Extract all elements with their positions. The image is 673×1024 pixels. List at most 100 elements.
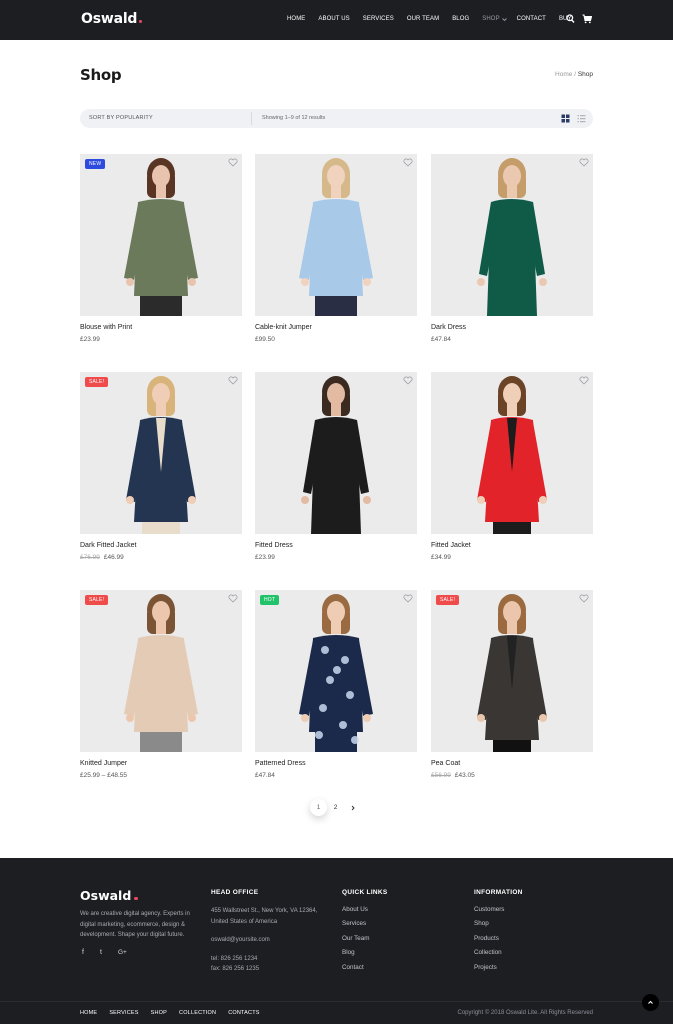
- list-view-icon[interactable]: [577, 114, 586, 125]
- logo-dot: [134, 896, 138, 900]
- page-1-button[interactable]: 1: [310, 799, 327, 816]
- footer-link-about-us[interactable]: About Us: [342, 906, 388, 913]
- heart-icon[interactable]: [579, 376, 589, 387]
- footer-about-text: We are creative digital agency. Experts …: [80, 911, 190, 938]
- product-name[interactable]: Patterned Dress: [255, 760, 306, 767]
- footer-nav-shop[interactable]: SHOP: [151, 1010, 167, 1016]
- product-card[interactable]: SALE! Dark Fitted Jacket £76.99 £46.99: [80, 372, 242, 562]
- product-card[interactable]: Cable-knit Jumper £99.50: [255, 154, 417, 344]
- search-icon[interactable]: [566, 14, 575, 26]
- product-card[interactable]: Fitted Jacket £34.99: [431, 372, 593, 562]
- footer-logo[interactable]: Oswald: [80, 888, 138, 903]
- facebook-icon[interactable]: f: [82, 949, 84, 956]
- footer-nav-contacts[interactable]: CONTACTS: [228, 1010, 259, 1016]
- product-card[interactable]: SALE! Knitted Jumper £25.99 – £48.55: [80, 590, 242, 780]
- product-price: £47.84: [431, 336, 451, 343]
- nav-about-us[interactable]: ABOUT US: [318, 16, 349, 24]
- product-price: £99.50: [255, 336, 275, 343]
- nav-our-team[interactable]: OUR TEAM: [407, 16, 439, 24]
- product-card[interactable]: Fitted Dress £23.99: [255, 372, 417, 562]
- nav-contact[interactable]: CONTACT: [517, 16, 546, 24]
- product-name[interactable]: Fitted Dress: [255, 542, 293, 549]
- product-current-price: £34.99: [431, 554, 451, 561]
- nav-blog[interactable]: BLOG: [452, 16, 469, 24]
- chevron-right-icon[interactable]: [344, 799, 361, 816]
- product-image[interactable]: [255, 154, 417, 316]
- product-image[interactable]: [431, 372, 593, 534]
- sort-select[interactable]: SORT BY POPULARITY: [89, 115, 153, 121]
- product-card[interactable]: Dark Dress £47.84: [431, 154, 593, 344]
- footer-nav-home[interactable]: HOME: [80, 1010, 97, 1016]
- breadcrumb-home[interactable]: Home: [555, 71, 572, 78]
- footer-link-shop[interactable]: Shop: [474, 920, 523, 927]
- product-name[interactable]: Pea Coat: [431, 760, 460, 767]
- shop-toolbar: SORT BY POPULARITY Showing 1–9 of 12 res…: [80, 109, 593, 128]
- product-image[interactable]: SALE!: [431, 590, 593, 752]
- cart-icon[interactable]: [582, 14, 593, 26]
- page-title: Shop: [80, 66, 122, 84]
- nav-shop[interactable]: SHOP: [482, 16, 499, 24]
- page-2-button[interactable]: 2: [327, 799, 344, 816]
- scroll-to-top-button[interactable]: [642, 994, 659, 1011]
- footer-link-products[interactable]: Products: [474, 935, 523, 942]
- product-card[interactable]: HOT Patterned Dress £47.84: [255, 590, 417, 780]
- product-image[interactable]: NEW: [80, 154, 242, 316]
- copyright-text: Copyright © 2018 Oswald Lite. All Rights…: [457, 1010, 594, 1016]
- nav-home[interactable]: HOME: [287, 16, 305, 24]
- footer-information: INFORMATION Customers Shop Products Coll…: [474, 889, 523, 978]
- footer-link-our-team[interactable]: Our Team: [342, 935, 388, 942]
- quick-links-title: QUICK LINKS: [342, 889, 388, 896]
- product-name[interactable]: Dark Dress: [431, 324, 466, 331]
- heart-icon[interactable]: [579, 158, 589, 169]
- footer-bottom-nav: HOME SERVICES SHOP COLLECTION CONTACTS: [80, 1010, 272, 1016]
- footer-link-customers[interactable]: Customers: [474, 906, 523, 913]
- heart-icon[interactable]: [579, 594, 589, 605]
- product-current-price: £43.05: [454, 772, 475, 779]
- footer-link-contact[interactable]: Contact: [342, 964, 388, 971]
- product-card[interactable]: SALE! Pea Coat £56.99 £43.05: [431, 590, 593, 780]
- product-image[interactable]: [431, 154, 593, 316]
- logo-dot: [139, 20, 143, 23]
- product-current-price: £47.84: [431, 336, 451, 343]
- product-current-price: £25.99 – £48.55: [80, 772, 127, 779]
- footer-link-blog[interactable]: Blog: [342, 949, 388, 956]
- footer-email[interactable]: oswald@yoursite.com: [211, 935, 317, 946]
- product-price: £76.99 £46.99: [80, 554, 124, 561]
- product-current-price: £23.99: [255, 554, 275, 561]
- product-current-price: £99.50: [255, 336, 275, 343]
- footer-link-projects[interactable]: Projects: [474, 964, 523, 971]
- product-image[interactable]: SALE!: [80, 590, 242, 752]
- product-name[interactable]: Blouse with Print: [80, 324, 132, 331]
- product-price: £25.99 – £48.55: [80, 772, 127, 779]
- product-image[interactable]: [255, 372, 417, 534]
- product-badge: SALE!: [436, 595, 460, 605]
- heart-icon[interactable]: [403, 594, 413, 605]
- grid-view-icon[interactable]: [561, 114, 570, 125]
- breadcrumb-current: Shop: [577, 71, 593, 78]
- footer-link-services[interactable]: Services: [342, 920, 388, 927]
- product-name[interactable]: Fitted Jacket: [431, 542, 471, 549]
- product-name[interactable]: Dark Fitted Jacket: [80, 542, 136, 549]
- pagination: 1 2: [310, 799, 361, 816]
- footer-link-collection[interactable]: Collection: [474, 949, 523, 956]
- address-line-2: United States of America: [211, 918, 278, 925]
- product-badge: SALE!: [85, 595, 109, 605]
- heart-icon[interactable]: [403, 158, 413, 169]
- product-badge: NEW: [85, 159, 106, 169]
- product-image[interactable]: HOT: [255, 590, 417, 752]
- nav-services[interactable]: SERVICES: [363, 16, 394, 24]
- product-name[interactable]: Cable-knit Jumper: [255, 324, 312, 331]
- heart-icon[interactable]: [403, 376, 413, 387]
- product-card[interactable]: NEW Blouse with Print £23.99: [80, 154, 242, 344]
- heart-icon[interactable]: [228, 158, 238, 169]
- heart-icon[interactable]: [228, 376, 238, 387]
- product-price: £23.99: [80, 336, 100, 343]
- footer-nav-collection[interactable]: COLLECTION: [179, 1010, 216, 1016]
- product-name[interactable]: Knitted Jumper: [80, 760, 127, 767]
- site-logo[interactable]: Oswald: [81, 11, 143, 27]
- product-image[interactable]: SALE!: [80, 372, 242, 534]
- footer-nav-services[interactable]: SERVICES: [109, 1010, 138, 1016]
- twitter-icon[interactable]: t: [100, 949, 102, 956]
- heart-icon[interactable]: [228, 594, 238, 605]
- google-plus-icon[interactable]: G+: [118, 949, 127, 956]
